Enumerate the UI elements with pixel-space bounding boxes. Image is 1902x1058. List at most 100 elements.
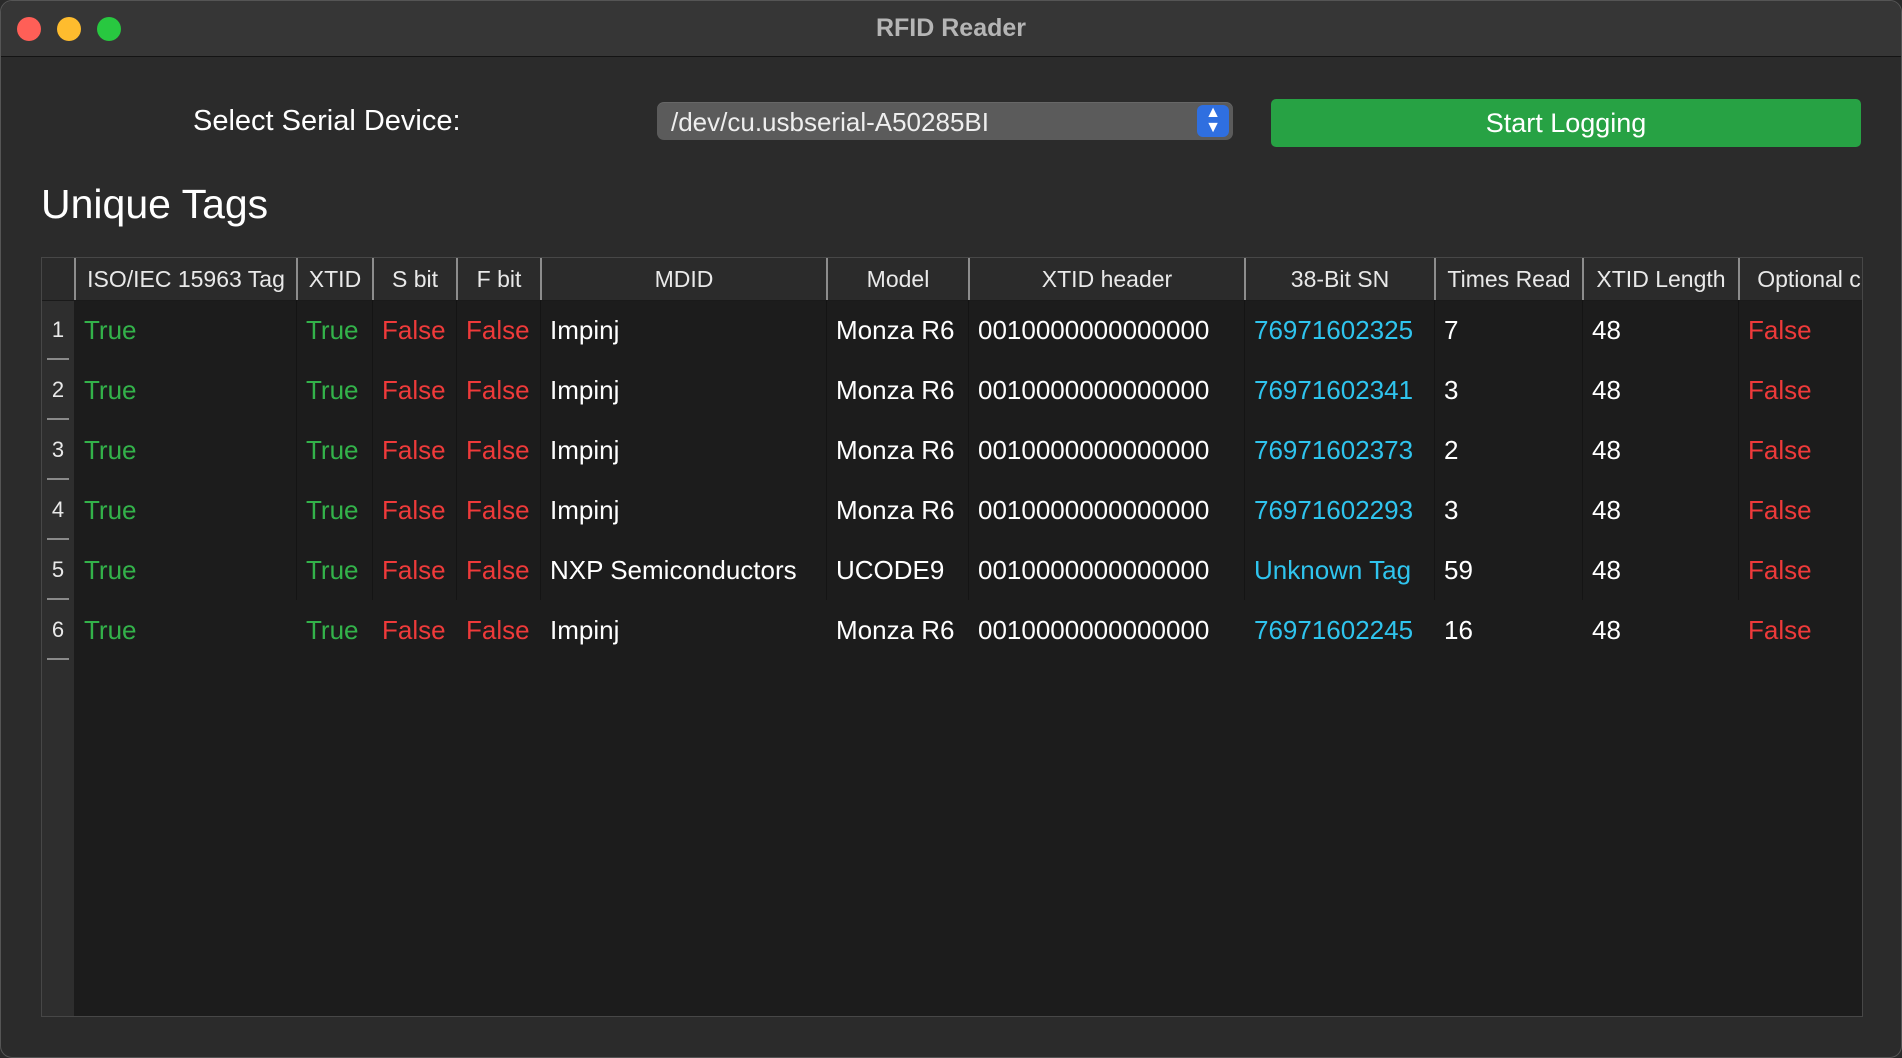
cell-fbit: False (466, 555, 530, 585)
cell-sbit: False (382, 615, 446, 645)
title-bar: RFID Reader (1, 1, 1901, 57)
cell-iso: True (84, 615, 137, 645)
cell-optional: False (1748, 555, 1812, 585)
cell-header: 0010000000000000 (978, 495, 1210, 525)
cell-length: 48 (1592, 615, 1621, 645)
table-row[interactable]: 6 True True False False Impinj Monza R6 0010000… (42, 600, 1862, 660)
column-header-header[interactable]: XTID header (968, 258, 1244, 300)
cell-model: Monza R6 (836, 435, 955, 465)
row-number: 4 (42, 480, 74, 540)
table-row[interactable]: 1 True True False False Impinj Monza R6 0010000… (42, 300, 1862, 360)
row-number: 1 (42, 300, 74, 360)
serial-device-label: Select Serial Device: (193, 105, 461, 137)
cell-xtid: True (306, 435, 359, 465)
cell-times: 16 (1444, 615, 1473, 645)
cell-iso: True (84, 315, 137, 345)
cell-sbit: False (382, 315, 446, 345)
column-header-xtid[interactable]: XTID (296, 258, 372, 300)
window-title: RFID Reader (875, 14, 1027, 42)
cell-model: UCODE9 (836, 555, 945, 585)
serial-device-select[interactable]: /dev/cu.usbserial-A50285BI ▲ ▼ (657, 102, 1233, 140)
column-header-times[interactable]: Times Read (1434, 258, 1582, 300)
cell-sn: 76971602245 (1254, 615, 1414, 645)
cell-sbit: False (382, 435, 446, 465)
cell-sn: 76971602325 (1254, 315, 1414, 345)
cell-times: 2 (1444, 435, 1459, 465)
cell-fbit: False (466, 375, 530, 405)
serial-device-value: /dev/cu.usbserial-A50285BI (671, 107, 989, 137)
cell-sn: 76971602373 (1254, 435, 1414, 465)
cell-header: 0010000000000000 (978, 315, 1210, 345)
column-header-mdid[interactable]: MDID (540, 258, 826, 300)
cell-model: Monza R6 (836, 495, 955, 525)
cell-sn: 76971602293 (1254, 495, 1414, 525)
cell-sbit: False (382, 495, 446, 525)
row-number: 5 (42, 540, 74, 600)
row-number: 2 (42, 360, 74, 420)
cell-mdid: Impinj (550, 435, 620, 465)
cell-xtid: True (306, 555, 359, 585)
cell-sbit: False (382, 375, 446, 405)
table-row[interactable]: 4 True True False False Impinj Monza R6 0010000… (42, 480, 1862, 540)
cell-mdid: Impinj (550, 315, 620, 345)
cell-times: 7 (1444, 315, 1459, 345)
column-header-length[interactable]: XTID Length (1582, 258, 1738, 300)
cell-iso: True (84, 555, 137, 585)
cell-fbit: False (466, 315, 530, 345)
cell-fbit: False (466, 495, 530, 525)
cell-model: Monza R6 (836, 315, 955, 345)
cell-length: 48 (1592, 315, 1621, 345)
cell-model: Monza R6 (836, 375, 955, 405)
cell-mdid: NXP Semiconductors (550, 555, 797, 585)
cell-sbit: False (382, 555, 446, 585)
cell-sn: 76971602341 (1254, 375, 1414, 405)
cell-header: 0010000000000000 (978, 555, 1210, 585)
cell-times: 3 (1444, 375, 1459, 405)
cell-header: 0010000000000000 (978, 375, 1210, 405)
cell-mdid: Impinj (550, 615, 620, 645)
row-number: 3 (42, 420, 74, 480)
cell-header: 0010000000000000 (978, 435, 1210, 465)
cell-sn: Unknown Tag (1254, 555, 1412, 585)
cell-xtid: True (306, 495, 359, 525)
cell-mdid: Impinj (550, 375, 620, 405)
cell-iso: True (84, 375, 137, 405)
cell-xtid: True (306, 315, 359, 345)
cell-length: 48 (1592, 375, 1621, 405)
cell-times: 59 (1444, 555, 1473, 585)
cell-length: 48 (1592, 435, 1621, 465)
cell-model: Monza R6 (836, 615, 955, 645)
table-row[interactable]: 3 True True False False Impinj Monza R6 0010000… (42, 420, 1862, 480)
cell-optional: False (1748, 435, 1812, 465)
column-header-iso[interactable]: ISO/IEC 15963 Tag (74, 258, 296, 300)
column-header-model[interactable]: Model (826, 258, 968, 300)
cell-xtid: True (306, 375, 359, 405)
cell-fbit: False (466, 615, 530, 645)
unique-tags-heading: Unique Tags (41, 181, 269, 227)
cell-iso: True (84, 435, 137, 465)
table-header: ISO/IEC 15963 Tag XTID S bit F bit MDID Model… (42, 258, 1862, 301)
cell-optional: False (1748, 375, 1812, 405)
cell-optional: False (1748, 315, 1812, 345)
cell-length: 48 (1592, 555, 1621, 585)
cell-optional: False (1748, 495, 1812, 525)
column-header-optional[interactable]: Optional c (1738, 258, 1862, 300)
unique-tags-table[interactable]: ISO/IEC 15963 Tag XTID S bit F bit MDID Model… (41, 257, 1863, 1017)
row-number: 6 (42, 600, 74, 660)
column-header-sn[interactable]: 38-Bit SN (1244, 258, 1434, 300)
column-header-fbit[interactable]: F bit (456, 258, 540, 300)
cell-optional: False (1748, 615, 1812, 645)
cell-xtid: True (306, 615, 359, 645)
cell-fbit: False (466, 435, 530, 465)
cell-mdid: Impinj (550, 495, 620, 525)
start-logging-button[interactable]: Start Logging (1271, 99, 1861, 147)
table-row[interactable]: 5 True True False False NXP Semiconductors UCO… (42, 540, 1862, 600)
cell-times: 3 (1444, 495, 1459, 525)
column-header-sbit[interactable]: S bit (372, 258, 456, 300)
select-stepper-icon: ▲ ▼ (1197, 105, 1229, 137)
cell-header: 0010000000000000 (978, 615, 1210, 645)
app-window: RFID Reader Select Serial Device: /dev/c… (0, 0, 1902, 1058)
cell-iso: True (84, 495, 137, 525)
cell-length: 48 (1592, 495, 1621, 525)
table-row[interactable]: 2 True True False False Impinj Monza R6 0010000… (42, 360, 1862, 420)
